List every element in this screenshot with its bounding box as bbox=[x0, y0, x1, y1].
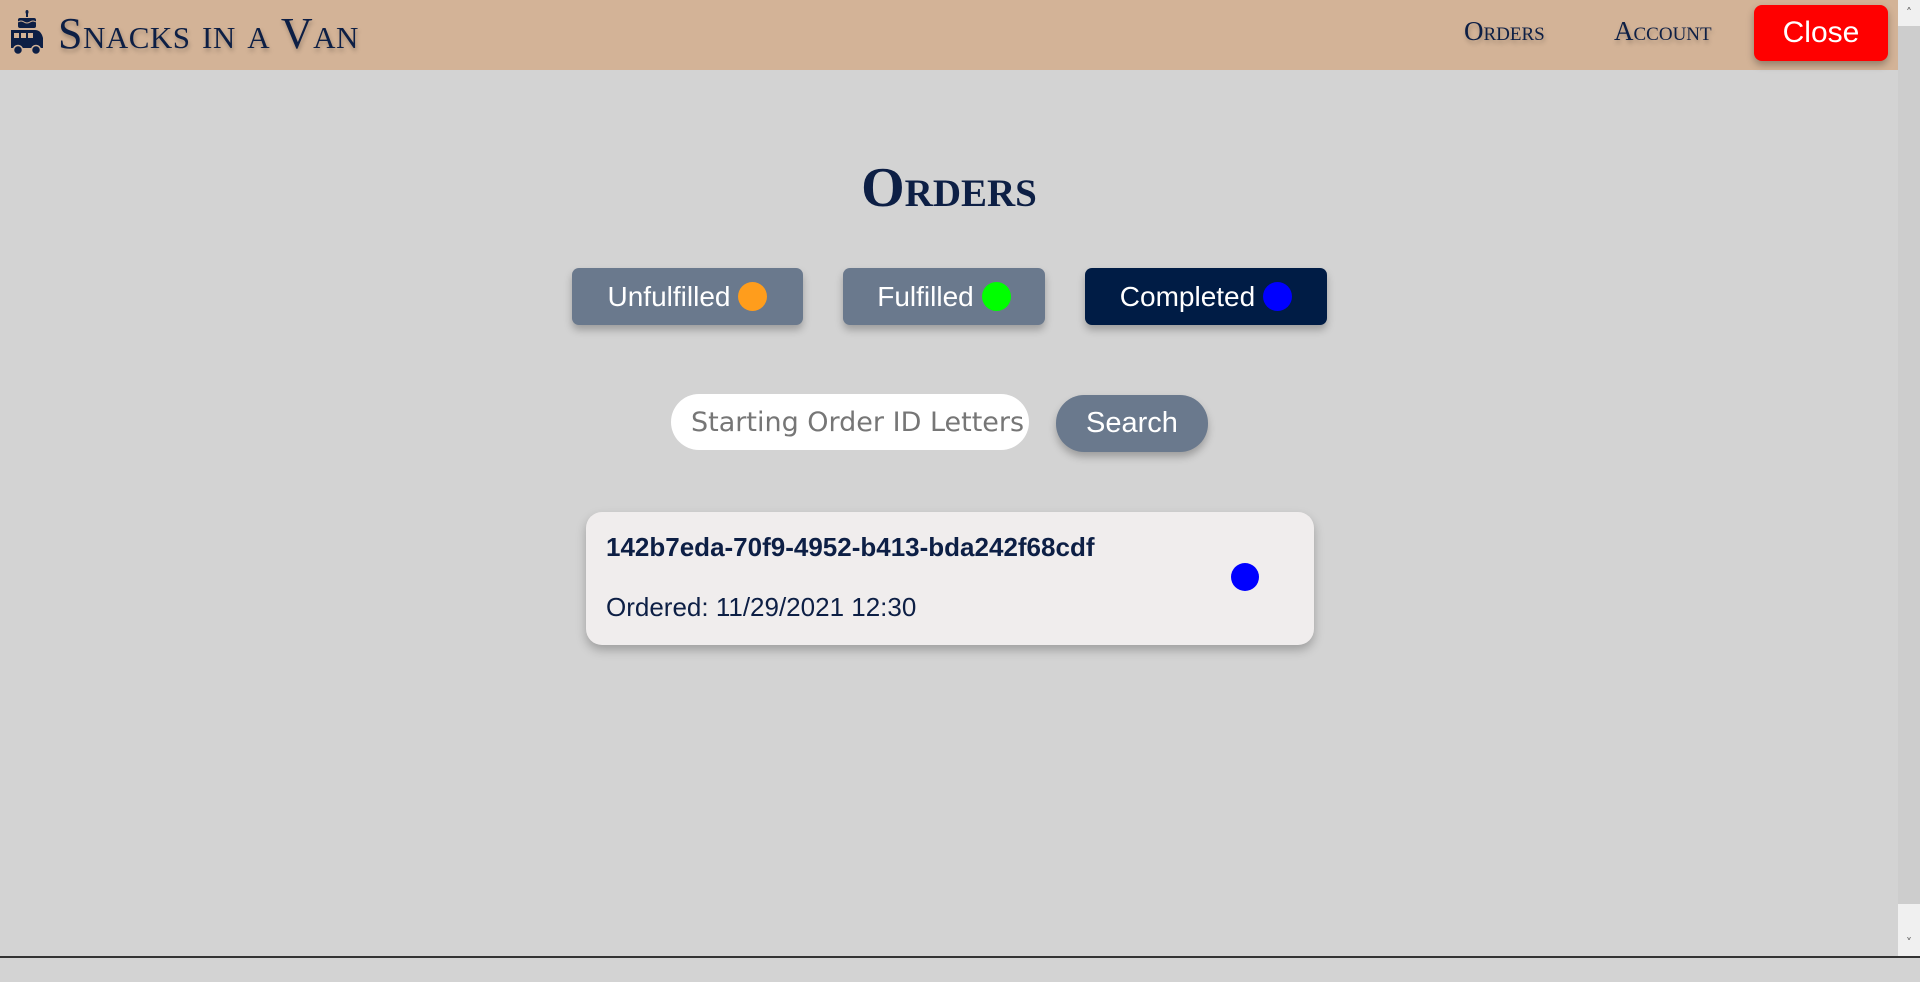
order-status-dot-icon bbox=[1231, 563, 1259, 591]
nav-orders-link[interactable]: Orders bbox=[1464, 16, 1545, 47]
search-button[interactable]: Search bbox=[1056, 395, 1208, 452]
vertical-scrollbar[interactable]: ˄ ˅ bbox=[1898, 0, 1920, 958]
page-title: Orders bbox=[861, 157, 1037, 219]
page-viewport: Snacks in a Van Orders Account Close Ord… bbox=[0, 0, 1898, 958]
order-id-search-input[interactable] bbox=[671, 394, 1029, 450]
scrollbar-track[interactable] bbox=[1898, 26, 1920, 904]
blue-status-dot-icon bbox=[1263, 282, 1293, 311]
close-button[interactable]: Close bbox=[1754, 5, 1888, 61]
green-status-dot-icon bbox=[981, 282, 1011, 311]
order-date: Ordered: 11/29/2021 12:30 bbox=[606, 592, 917, 622]
van-with-cake-icon bbox=[11, 10, 43, 56]
filter-fulfilled-label: Fulfilled bbox=[877, 280, 974, 312]
filter-fulfilled-button[interactable]: Fulfilled bbox=[843, 268, 1045, 325]
filter-completed-button[interactable]: Completed bbox=[1085, 268, 1327, 325]
brand-title: Snacks in a Van bbox=[58, 8, 359, 58]
chevron-up-icon[interactable]: ˄ bbox=[1898, 0, 1920, 26]
orange-status-dot-icon bbox=[738, 282, 768, 311]
brand-home-link[interactable]: Snacks in a Van bbox=[8, 6, 359, 60]
chevron-down-icon[interactable]: ˅ bbox=[1898, 904, 1920, 956]
filter-completed-label: Completed bbox=[1119, 280, 1256, 312]
top-navbar: Snacks in a Van Orders Account Close bbox=[0, 0, 1898, 70]
order-card[interactable]: 142b7eda-70f9-4952-b413-bda242f68cdf Ord… bbox=[586, 512, 1314, 645]
filter-unfulfilled-label: Unfulfilled bbox=[607, 280, 731, 312]
order-id: 142b7eda-70f9-4952-b413-bda242f68cdf bbox=[606, 532, 1095, 562]
nav-account-link[interactable]: Account bbox=[1614, 16, 1712, 47]
filter-unfulfilled-button[interactable]: Unfulfilled bbox=[572, 268, 803, 325]
